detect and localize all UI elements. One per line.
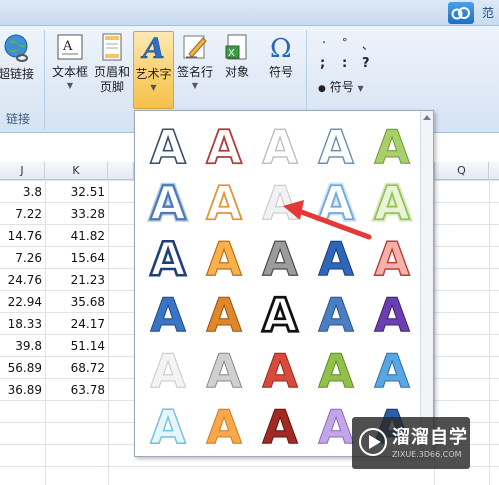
watermark-name: 溜溜自学 (392, 427, 468, 448)
watermark: 溜溜自学 ZIXUE.3D66.COM (352, 417, 470, 469)
annotation-arrow (283, 200, 372, 240)
watermark-url: ZIXUE.3D66.COM (392, 450, 462, 459)
watermark-play-logo-icon (359, 428, 387, 456)
